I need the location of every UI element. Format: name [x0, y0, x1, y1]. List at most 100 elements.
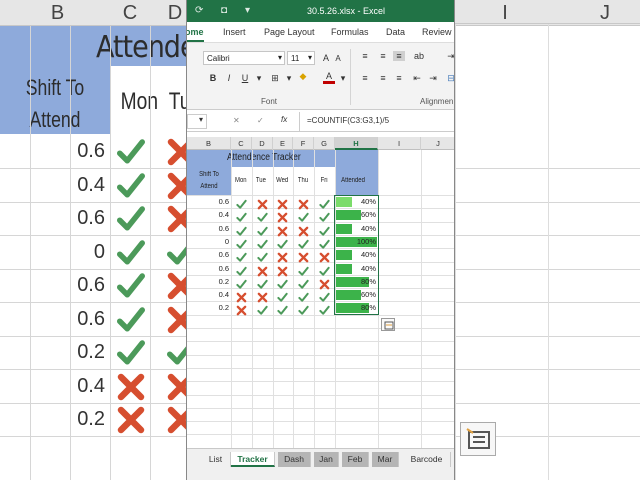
check-icon[interactable] — [257, 210, 268, 223]
cross-icon[interactable] — [298, 250, 309, 263]
orientation-icon[interactable]: ab — [413, 51, 425, 61]
check-icon[interactable] — [236, 264, 247, 276]
shift-value[interactable]: 0.6 — [187, 224, 229, 233]
align-right-icon[interactable]: ≡ — [393, 73, 405, 83]
check-icon[interactable] — [319, 224, 330, 236]
align-left-icon[interactable]: ≡ — [359, 73, 371, 83]
decrease-font-icon[interactable]: A — [332, 54, 344, 63]
name-box-dropdown-icon[interactable]: ▾ — [187, 114, 207, 129]
align-bottom-icon[interactable]: ≡ — [393, 51, 405, 61]
sheet-tab-mar[interactable]: Mar — [372, 452, 399, 467]
check-icon[interactable] — [298, 264, 309, 276]
fill-color-icon[interactable]: ◆ — [297, 71, 309, 82]
align-top-icon[interactable]: ≡ — [359, 51, 371, 61]
sheet-tab-tracker[interactable]: Tracker — [231, 452, 275, 467]
cross-icon[interactable] — [277, 197, 288, 210]
align-center-icon[interactable]: ≡ — [377, 73, 389, 83]
font-size-select[interactable]: 11 ▾ — [287, 51, 315, 65]
decrease-indent-icon[interactable]: ⇤ — [411, 73, 423, 84]
check-icon[interactable] — [257, 303, 268, 316]
cross-icon[interactable] — [257, 264, 268, 276]
col-header-h[interactable]: H — [335, 137, 378, 150]
tab-review[interactable]: Review — [422, 27, 452, 37]
cross-icon[interactable] — [319, 277, 330, 290]
check-icon[interactable] — [236, 277, 247, 289]
check-icon[interactable] — [236, 197, 247, 209]
cross-icon[interactable] — [277, 210, 288, 223]
sheet-tab-list[interactable]: List — [201, 452, 231, 467]
check-icon[interactable] — [257, 250, 268, 262]
check-icon[interactable] — [277, 290, 288, 302]
col-header-d[interactable]: D — [252, 137, 273, 150]
shift-value[interactable]: 0.4 — [187, 290, 229, 299]
cross-icon[interactable] — [298, 224, 309, 236]
sheet-tab-jan[interactable]: Jan — [314, 452, 339, 467]
cross-icon[interactable] — [277, 250, 288, 263]
check-icon[interactable] — [298, 290, 309, 302]
check-icon[interactable] — [236, 224, 247, 236]
formula-input[interactable]: =COUNTIF(C3:G3,1)/5 — [307, 116, 389, 125]
check-icon[interactable] — [298, 237, 309, 249]
check-icon[interactable] — [319, 290, 330, 302]
check-icon[interactable] — [277, 303, 288, 316]
shift-value[interactable]: 0.4 — [187, 210, 229, 219]
tab-page-layout[interactable]: Page Layout — [264, 27, 315, 37]
col-header-f[interactable]: F — [293, 137, 314, 150]
shift-value[interactable]: 0.2 — [187, 303, 229, 312]
bold-button[interactable]: B — [207, 73, 219, 83]
check-icon[interactable] — [298, 210, 309, 223]
underline-button[interactable]: U — [239, 73, 251, 83]
sheet-tab-dash[interactable]: Dash — [278, 452, 311, 467]
camera-icon[interactable]: ◘ — [221, 5, 227, 16]
check-icon[interactable] — [319, 210, 330, 223]
check-icon[interactable] — [319, 197, 330, 209]
underline-dropdown-icon[interactable]: ▾ — [253, 73, 265, 84]
shift-value[interactable]: 0.6 — [187, 250, 229, 259]
qat-dropdown-icon[interactable]: ▾ — [245, 5, 250, 16]
tab-formulas[interactable]: Formulas — [331, 27, 369, 37]
increase-font-icon[interactable]: A — [320, 53, 332, 63]
italic-button[interactable]: I — [223, 73, 235, 83]
check-icon[interactable] — [319, 264, 330, 276]
check-icon[interactable] — [277, 277, 288, 289]
font-color-dropdown-icon[interactable]: ▾ — [337, 73, 349, 84]
quick-analysis-icon[interactable] — [381, 318, 395, 331]
check-icon[interactable] — [298, 277, 309, 289]
cross-icon[interactable] — [257, 290, 268, 303]
cross-icon[interactable] — [277, 224, 288, 236]
col-header-g[interactable]: G — [314, 137, 335, 150]
cross-icon[interactable] — [319, 250, 330, 263]
cross-icon[interactable] — [236, 303, 247, 316]
col-header-j[interactable]: J — [421, 137, 454, 150]
font-color-button[interactable]: A — [323, 71, 335, 84]
insert-function-icon[interactable]: fx — [281, 115, 287, 124]
check-icon[interactable] — [298, 303, 309, 316]
wrap-text-icon[interactable]: ⇥ — [445, 51, 454, 62]
col-header-i[interactable]: I — [378, 137, 421, 150]
tab-home[interactable]: ome — [187, 27, 204, 42]
merge-center-icon[interactable]: ⊟ — [445, 73, 454, 84]
cross-icon[interactable] — [277, 264, 288, 276]
tab-data[interactable]: Data — [386, 27, 405, 37]
font-name-select[interactable]: Calibri ▾ — [203, 51, 285, 65]
cancel-icon[interactable]: ✕ — [233, 116, 240, 125]
check-icon[interactable] — [257, 237, 268, 249]
sheet-tab-barcode[interactable]: Barcode — [403, 452, 451, 467]
shift-value[interactable]: 0.2 — [187, 277, 229, 286]
col-header-b[interactable]: B — [187, 137, 231, 150]
shift-value[interactable]: 0 — [187, 237, 229, 246]
cross-icon[interactable] — [298, 197, 309, 210]
check-icon[interactable] — [257, 224, 268, 236]
borders-dropdown-icon[interactable]: ▾ — [283, 73, 295, 84]
check-icon[interactable] — [319, 237, 330, 249]
enter-icon[interactable]: ✓ — [257, 116, 264, 125]
check-icon[interactable] — [236, 237, 247, 249]
borders-icon[interactable]: ⊞ — [269, 73, 281, 84]
redo-icon[interactable]: ⟳ — [195, 5, 203, 16]
check-icon[interactable] — [319, 303, 330, 316]
tab-insert[interactable]: Insert — [223, 27, 246, 37]
shift-value[interactable]: 0.6 — [187, 197, 229, 206]
col-header-e[interactable]: E — [273, 137, 293, 150]
align-middle-icon[interactable]: ≡ — [377, 51, 389, 61]
cross-icon[interactable] — [236, 290, 247, 303]
